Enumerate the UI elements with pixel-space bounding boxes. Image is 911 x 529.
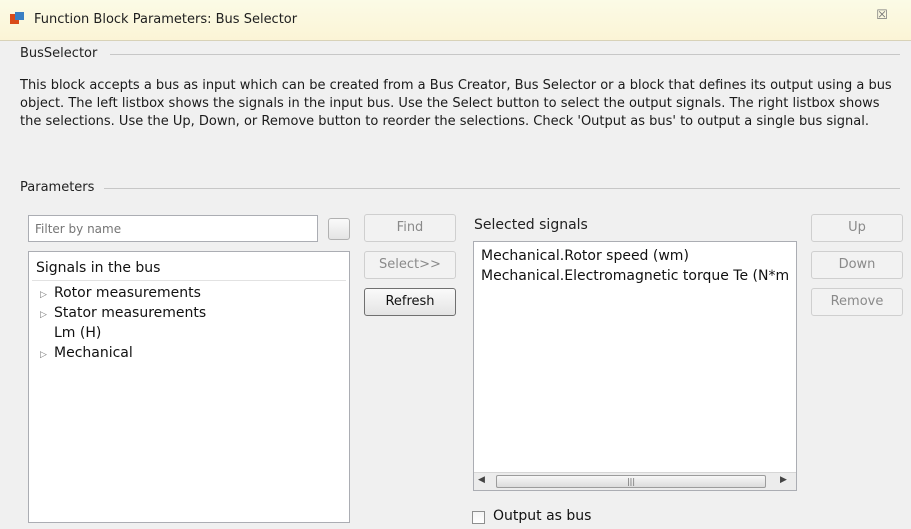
window-title: Function Block Parameters: Bus Selector [34,12,298,27]
selected-signals-listbox[interactable]: Mechanical.Rotor speed (wm) Mechanical.E… [473,241,797,491]
up-button[interactable]: Up [811,214,903,242]
horizontal-scrollbar[interactable]: ◀ ||| ▶ [474,472,796,490]
expand-triangle-icon[interactable]: ▷ [40,345,54,365]
signals-header: Signals in the bus [36,260,161,276]
tree-item-label: Stator measurements [54,305,207,321]
close-icon[interactable]: ☒ [862,6,902,26]
output-as-bus-label: Output as bus [493,508,592,524]
expand-triangle-icon[interactable]: ▷ [40,285,54,305]
tree-item[interactable]: ▷ Mechanical [40,343,133,363]
expand-triangle-icon[interactable]: ▷ [40,305,54,325]
filter-options-button[interactable] [328,218,350,240]
filter-input[interactable] [28,215,318,242]
find-button[interactable]: Find [364,214,456,242]
tree-item[interactable]: Lm (H) [40,323,101,343]
divider [32,280,346,281]
scrollbar-thumb[interactable]: ||| [496,475,766,488]
tree-item[interactable]: ▷ Stator measurements [40,303,206,323]
output-as-bus-checkbox[interactable] [472,511,485,524]
grip-icon: ||| [626,477,636,486]
signals-listbox[interactable]: Signals in the bus ▷ Rotor measurements ▷… [28,251,350,523]
refresh-button[interactable]: Refresh [364,288,456,316]
scroll-left-icon[interactable]: ◀ [478,475,485,485]
divider [110,54,900,55]
remove-button[interactable]: Remove [811,288,903,316]
tree-item-label: Mechanical [54,345,133,361]
selected-signal-item[interactable]: Mechanical.Electromagnetic torque Te (N*… [481,266,789,286]
tree-item-label: Lm (H) [54,325,102,341]
block-name-label: BusSelector [20,46,98,61]
scroll-right-icon[interactable]: ▶ [780,475,787,485]
block-description: This block accepts a bus as input which … [20,78,892,129]
down-button[interactable]: Down [811,251,903,279]
parameters-label: Parameters [20,180,95,195]
title-bar: Function Block Parameters: Bus Selector … [0,0,911,41]
select-button[interactable]: Select>> [364,251,456,279]
tree-item-label: Rotor measurements [54,285,201,301]
simulink-block-icon [10,12,24,24]
selected-signal-item[interactable]: Mechanical.Rotor speed (wm) [481,246,689,266]
tree-item[interactable]: ▷ Rotor measurements [40,283,201,303]
divider [104,188,900,189]
selected-signals-label: Selected signals [474,217,588,233]
